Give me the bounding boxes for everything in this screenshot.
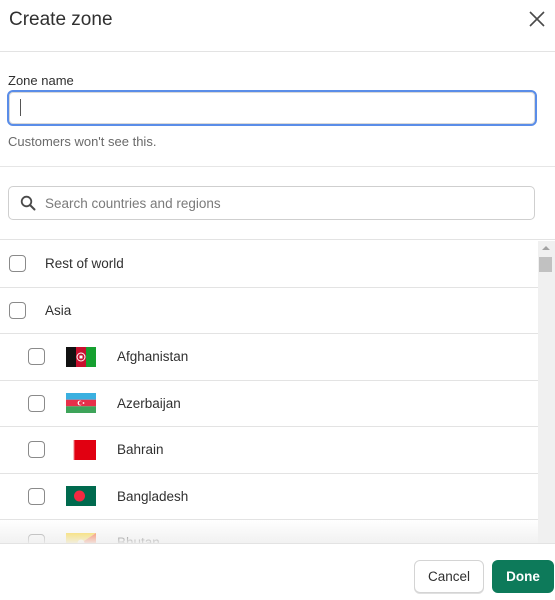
dialog-header: Create zone [0,0,555,52]
list-item-rest-of-world[interactable]: Rest of world [0,241,538,288]
zone-name-section: Zone name Customers won't see this. [0,53,555,167]
search-icon [20,195,36,211]
scroll-thumb[interactable] [539,257,552,272]
text-caret [20,99,21,116]
list-item-afghanistan[interactable]: Afghanistan [0,334,538,381]
afghanistan-flag-icon [66,346,96,367]
list-item-bhutan[interactable]: Bhutan [0,520,538,543]
list-item-label: Afghanistan [117,349,189,365]
list-item-bahrain[interactable]: Bahrain [0,427,538,474]
scroll-up-arrow-icon[interactable] [542,246,550,250]
close-icon[interactable] [527,9,547,29]
region-list: Rest of world Asia Afghanistan Azerbaija… [0,241,538,543]
zone-name-input[interactable] [7,90,537,126]
azerbaijan-flag-icon [66,393,96,414]
bangladesh-flag-icon [66,486,96,507]
search-section [0,168,555,240]
list-item-azerbaijan[interactable]: Azerbaijan [0,380,538,427]
dialog-footer: Cancel Done [0,543,555,600]
list-scrollbar[interactable] [538,241,555,543]
list-item-asia[interactable]: Asia [0,287,538,334]
checkbox[interactable] [28,441,45,459]
done-button[interactable]: Done [492,560,554,593]
bhutan-flag-icon [66,532,96,543]
list-item-bangladesh[interactable]: Bangladesh [0,473,538,520]
list-item-label: Bahrain [117,442,164,458]
cancel-button[interactable]: Cancel [414,560,484,593]
checkbox[interactable] [28,348,45,366]
search-box[interactable] [8,186,535,220]
dialog-title: Create zone [9,9,113,30]
list-item-label: Rest of world [45,256,124,272]
list-item-label: Bangladesh [117,488,189,504]
zone-name-help-text: Customers won't see this. [8,134,157,149]
bahrain-flag-icon [71,439,96,460]
checkbox[interactable] [28,487,45,505]
list-item-label: Bhutan [117,535,160,543]
list-item-label: Asia [45,302,72,318]
checkbox[interactable] [9,255,26,273]
checkbox[interactable] [28,394,45,412]
search-input[interactable] [45,188,525,218]
checkbox[interactable] [9,301,26,319]
checkbox[interactable] [28,534,45,543]
list-item-label: Azerbaijan [117,395,181,411]
zone-name-label: Zone name [8,73,74,88]
